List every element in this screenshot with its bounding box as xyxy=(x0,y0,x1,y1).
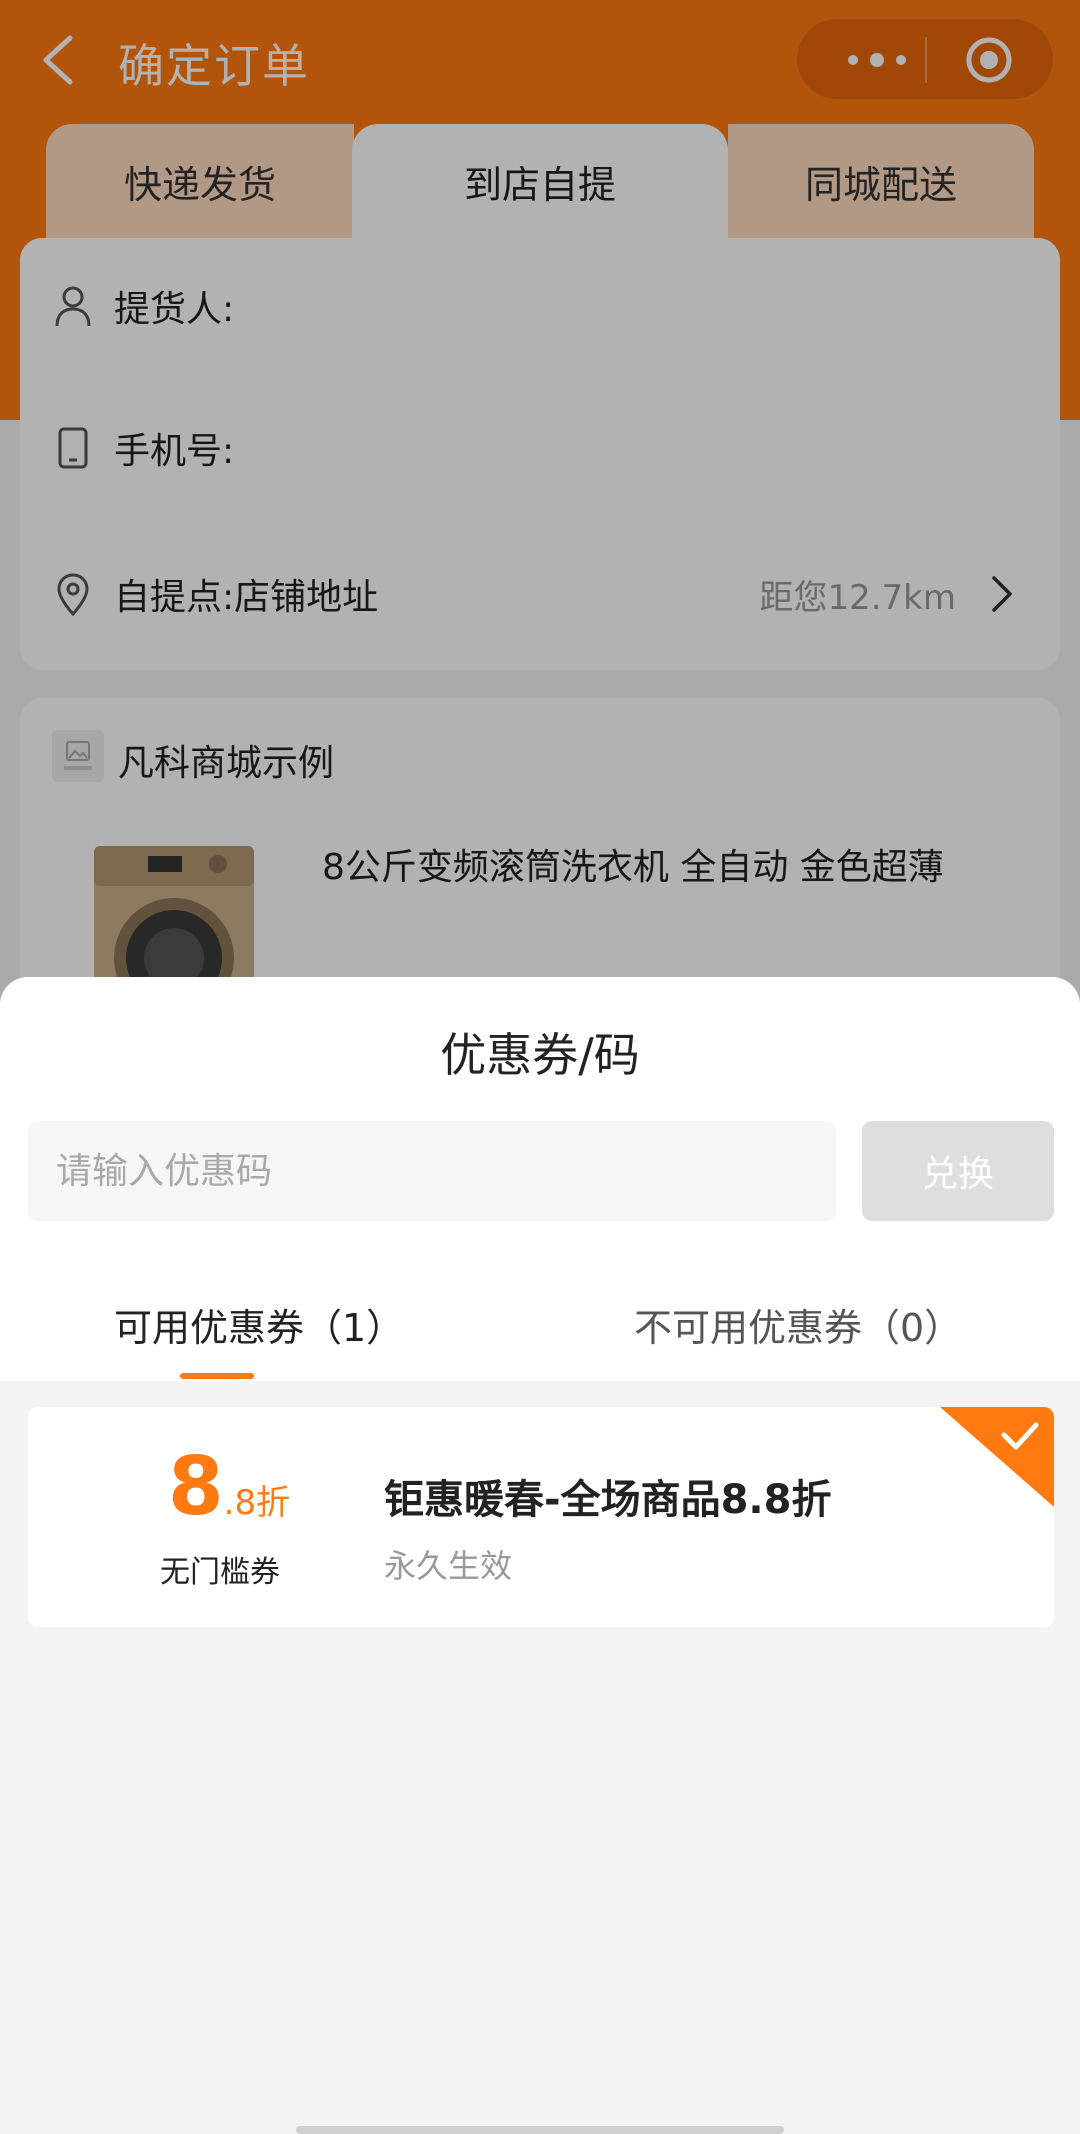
active-tab-indicator xyxy=(180,1373,254,1379)
coupon-bottom-sheet: 优惠券/码 兑换 可用优惠券（1） 不可用优惠券（0） 8 .8折 无门槛券 钜… xyxy=(0,977,1080,2134)
selected-check-icon xyxy=(940,1407,1054,1507)
home-indicator xyxy=(296,2126,784,2134)
tab-available-coupons[interactable]: 可用优惠券（1） xyxy=(114,1297,404,1352)
coupon-name: 钜惠暖春-全场商品8.8折 xyxy=(384,1477,832,1523)
order-confirm-page: 确定订单 快递发货 到店自提 同城配送 提货人: 手机号: 自提点: 店铺地址 … xyxy=(0,0,1080,2134)
coupon-code-input[interactable] xyxy=(28,1121,836,1221)
tab-unavailable-coupons[interactable]: 不可用优惠券（0） xyxy=(634,1297,962,1352)
sheet-title: 优惠券/码 xyxy=(440,1028,640,1082)
coupon-type: 无门槛券 xyxy=(160,1555,280,1590)
coupon-validity: 永久生效 xyxy=(384,1547,513,1585)
coupon-discount: 8 .8折 xyxy=(168,1447,290,1527)
redeem-button[interactable]: 兑换 xyxy=(862,1121,1054,1221)
coupon-card[interactable]: 8 .8折 无门槛券 钜惠暖春-全场商品8.8折 永久生效 xyxy=(28,1407,1054,1627)
discount-suffix: .8折 xyxy=(223,1483,291,1523)
discount-main: 8 xyxy=(168,1440,224,1533)
